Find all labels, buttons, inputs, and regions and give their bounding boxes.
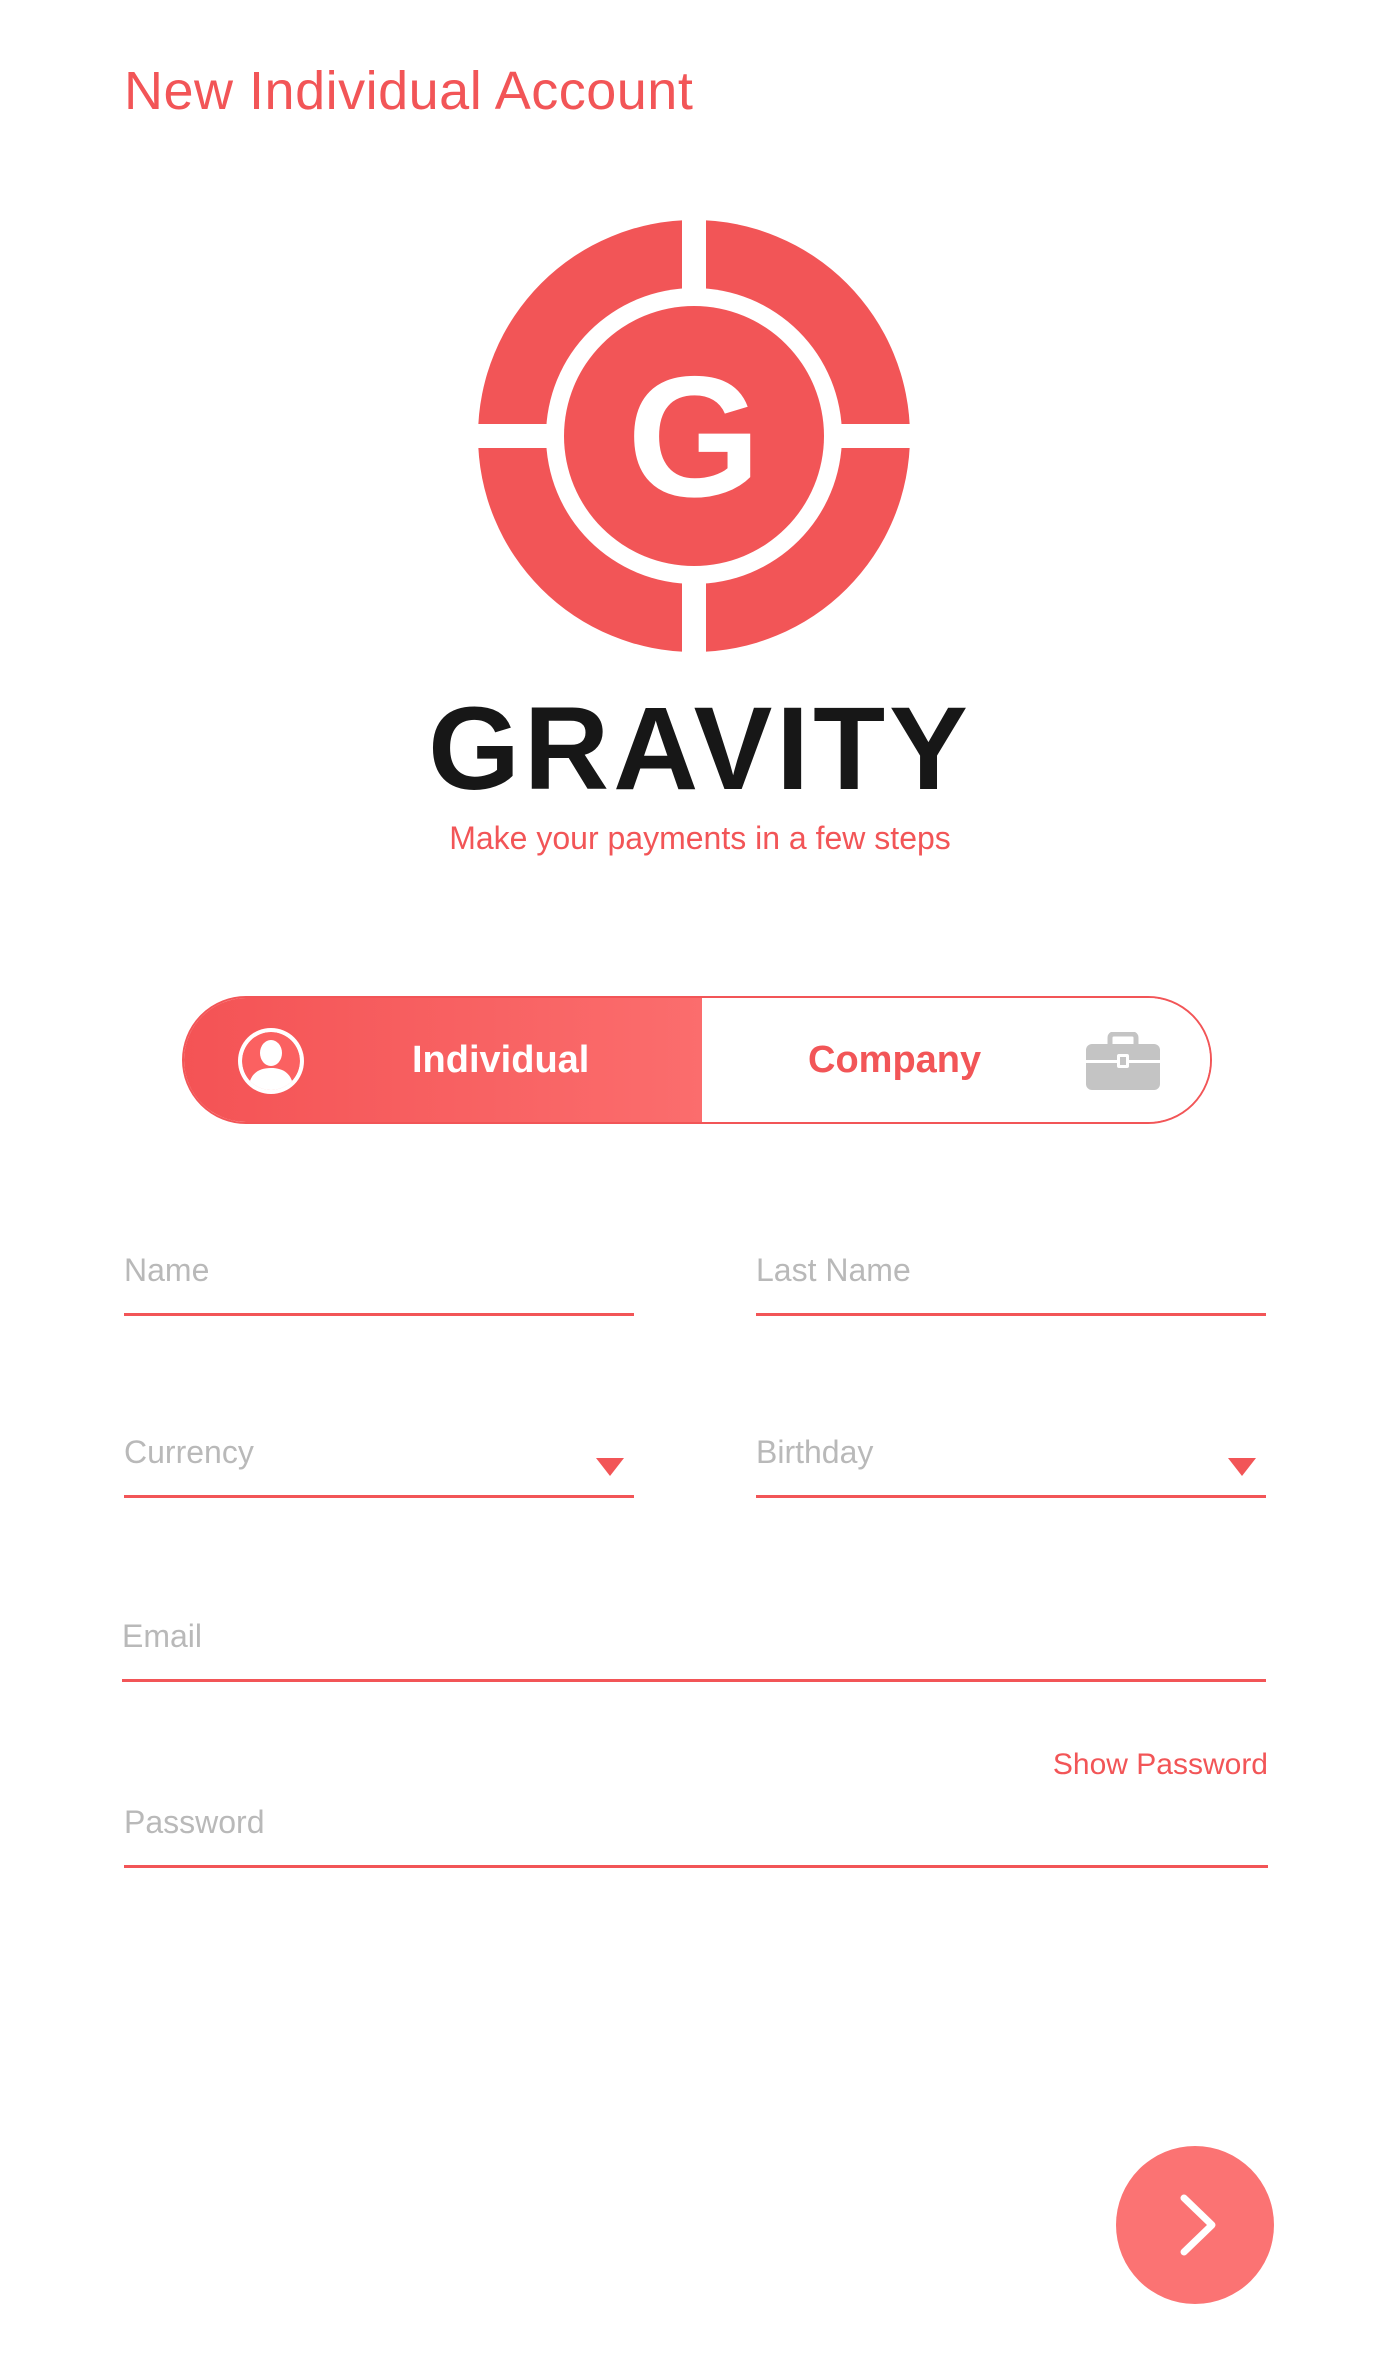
tagline: Make your payments in a few steps	[449, 820, 951, 856]
logo-letter: G	[627, 341, 761, 533]
gravity-logo-icon: G	[478, 220, 910, 652]
last-name-field: Last Name	[756, 1236, 1270, 1316]
currency-select[interactable]: Currency	[124, 1418, 634, 1498]
next-button[interactable]	[1116, 2146, 1274, 2304]
dropdown-arrow-icon[interactable]	[1228, 1458, 1256, 1476]
tab-company-label: Company	[808, 1039, 982, 1081]
password-field: Password	[124, 1788, 1272, 1868]
show-password-link[interactable]: Show Password	[1000, 1748, 1268, 1782]
tab-company[interactable]: Company	[702, 998, 1210, 1122]
birthday-select[interactable]: Birthday	[756, 1418, 1266, 1498]
person-icon	[238, 1028, 304, 1094]
brand-name: GRAVITY	[428, 683, 972, 815]
email-input[interactable]	[122, 1602, 1270, 1681]
briefcase-icon	[1086, 1032, 1160, 1090]
page-title: New Individual Account	[124, 61, 694, 121]
chevron-right-icon	[1180, 2194, 1216, 2256]
last-name-input[interactable]	[756, 1236, 1270, 1315]
birthday-placeholder: Birthday	[756, 1434, 874, 1470]
password-input[interactable]	[124, 1788, 1272, 1867]
dropdown-arrow-icon[interactable]	[596, 1458, 624, 1476]
account-type-toggle: Individual Company	[182, 996, 1212, 1124]
tab-individual-label: Individual	[412, 1039, 590, 1081]
tab-individual[interactable]: Individual	[184, 998, 702, 1122]
name-field: Name	[124, 1236, 638, 1316]
currency-placeholder: Currency	[124, 1434, 254, 1470]
name-input[interactable]	[124, 1236, 638, 1315]
email-field: Email	[122, 1602, 1270, 1682]
